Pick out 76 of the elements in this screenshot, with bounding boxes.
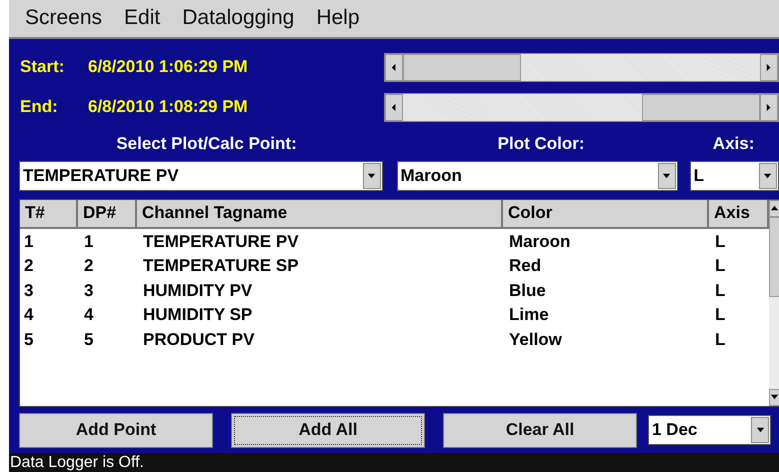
table-cell-text: Lime [508,305,550,326]
table-cell-text: L [714,280,726,301]
range-label: End: [19,97,59,118]
scroll-left-button[interactable] [385,94,403,121]
action-button[interactable]: Add All [231,412,425,448]
action-button[interactable]: Add Point [19,412,213,448]
slider-thumb[interactable] [403,54,521,81]
table-cell-text: Maroon [508,232,572,252]
status-bar: Data Logger is Off. [9,453,779,472]
table-cell-text: PRODUCT PV [142,330,256,350]
table-row[interactable]: 4 4 HUMIDITY SP Lime L [20,302,769,328]
table-cell-text: TEMPERATURE SP [142,256,300,276]
time-value: 6/8/2010 1:08:29 PM [88,97,249,118]
table-cell-text: 4 [83,305,94,326]
down-arrow-icon [367,172,376,181]
scroll-down-button[interactable] [769,389,779,406]
table-row[interactable]: 2 2 TEMPERATURE SP Red L [20,254,769,278]
table-cell-text: HUMIDITY PV [142,280,254,301]
table-cell-text: 4 [23,305,34,326]
table-cell-text: 5 [23,330,34,350]
slider-thumb[interactable] [642,94,760,121]
dropdown[interactable]: Maroon [396,161,678,192]
down-arrow-icon [756,426,764,435]
dropdown-button[interactable] [362,163,380,190]
up-arrow-icon [770,204,779,214]
menu-item[interactable]: Edit [114,6,172,32]
table-cell-text: 3 [83,280,94,301]
column-header[interactable]: Color [503,200,709,230]
down-arrow-icon [763,172,772,181]
menu-item[interactable]: Help [306,6,372,32]
time-slider[interactable] [384,52,779,82]
table-cell-text: Blue [508,280,547,301]
table-cell-text: 5 [83,330,94,350]
column-header[interactable]: DP# [78,200,137,230]
table-cell-text: L [714,305,726,326]
column-header[interactable]: Channel Tagname [137,200,503,230]
table-cell-text: 3 [23,280,34,301]
dropdown[interactable]: TEMPERATURE PV [19,161,382,192]
dropdown-button[interactable] [758,163,777,190]
decimals-dropdown[interactable]: 1 Dec [648,415,771,446]
vertical-scrollbar[interactable] [769,200,779,406]
range-label: Start: [19,57,66,78]
menu-item[interactable]: Datalogging [172,6,306,32]
table-row[interactable]: 3 3 HUMIDITY PV Blue L [20,278,769,303]
table-cell-text: HUMIDITY SP [142,305,254,326]
table-cell-text: 1 [23,232,34,252]
left-arrow-icon [390,62,398,72]
column-header[interactable]: T# [20,200,78,230]
dropdown[interactable]: L [690,161,779,192]
menu-item[interactable]: Screens [15,6,114,32]
table-cell-text: L [714,330,726,350]
down-arrow-icon [662,172,672,181]
table-row[interactable]: 5 5 PRODUCT PV Yellow L [20,327,769,352]
table-cell-text: L [714,232,726,252]
field-label: Axis: [712,134,756,154]
field-label: Plot Color: [496,134,586,154]
table-cell-text: 1 [83,232,94,252]
table-cell-text: Yellow [508,330,563,350]
action-button[interactable]: Clear All [443,412,637,448]
dropdown-button[interactable] [751,417,769,444]
table-cell-text: Red [508,256,542,276]
scroll-thumb[interactable] [769,217,779,298]
table-cell-text: L [714,256,726,276]
left-arrow-icon [390,102,398,112]
table-cell-text: 2 [23,256,34,276]
table-row[interactable]: 1 1 TEMPERATURE PV Maroon L [20,229,769,254]
field-label: Select Plot/Calc Point: [115,134,298,154]
time-slider[interactable] [384,92,779,122]
table-cell-text: 2 [83,256,94,276]
dropdown-button[interactable] [658,163,676,190]
scroll-right-button[interactable] [760,54,778,81]
table-cell-text: TEMPERATURE PV [142,232,300,252]
scroll-left-button[interactable] [385,54,403,81]
scroll-right-button[interactable] [760,94,778,121]
time-value: 6/8/2010 1:06:29 PM [88,57,249,78]
scroll-up-button[interactable] [769,200,779,218]
